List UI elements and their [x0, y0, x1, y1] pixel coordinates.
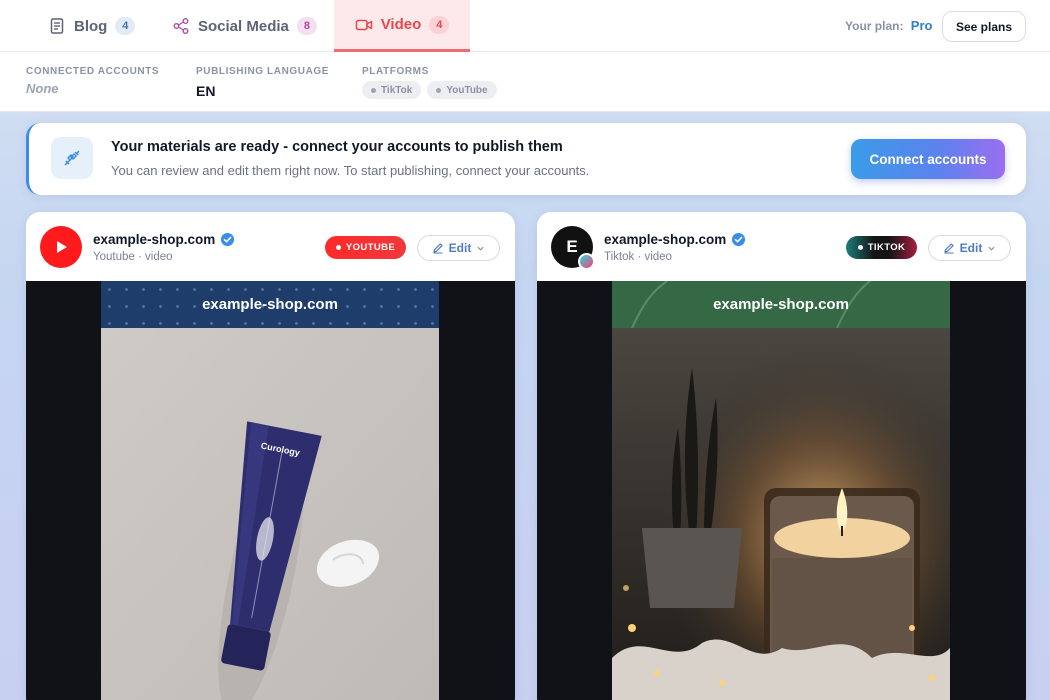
edit-button-label: Edit	[448, 241, 472, 255]
connect-accounts-button[interactable]: Connect accounts	[851, 139, 1005, 179]
edit-button-label: Edit	[959, 241, 983, 255]
tiktok-avatar: E	[551, 226, 595, 270]
publishing-language-section: PUBLISHING LANGUAGE EN	[196, 66, 329, 99]
account-subtitle: Tiktok · video	[604, 251, 672, 263]
tab-label: Blog	[74, 17, 108, 35]
document-icon	[50, 18, 64, 34]
play-icon	[57, 241, 67, 253]
account-name-text: example-shop.com	[93, 232, 216, 247]
platform-chip-tiktok: TikTok	[362, 81, 422, 99]
pencil-icon	[944, 243, 954, 254]
plan-label: Your plan:	[845, 19, 904, 33]
status-dot-icon	[335, 245, 341, 250]
video-overlay-text: example-shop.com	[713, 296, 849, 313]
account-subtitle: Youtube · video	[93, 251, 173, 263]
video-frame: example-shop.com	[612, 281, 950, 700]
publishing-language-label: PUBLISHING LANGUAGE	[196, 66, 330, 77]
edit-button[interactable]: Edit	[417, 235, 500, 261]
tab-blog[interactable]: Blog 4	[34, 0, 149, 52]
platform-chip-label: TikTok	[381, 84, 413, 96]
platform-badge-tiktok: TIKTOK	[846, 236, 917, 259]
platform-chip-label: YouTube	[446, 84, 488, 96]
video-thumbnail-candle	[612, 328, 950, 700]
status-dot-icon	[436, 87, 442, 93]
platform-badge-youtube: YOUTUBE	[325, 236, 406, 259]
banner-title: Your materials are ready - connect your …	[111, 139, 563, 155]
card-header: E example-shop.com Tiktok · video TIKTOK…	[537, 212, 1026, 281]
verified-badge-icon	[221, 232, 235, 247]
pencil-icon	[433, 243, 443, 254]
video-frame: example-shop.com	[101, 281, 439, 700]
candle-scene-image	[612, 328, 950, 700]
video-overlay-title: example-shop.com	[101, 281, 439, 328]
platform-badge-label: TIKTOK	[867, 242, 906, 253]
tab-video[interactable]: Video 4	[334, 0, 470, 52]
platform-chip-youtube: YouTube	[427, 81, 497, 99]
account-name: example-shop.com	[604, 232, 746, 247]
plan-indicator: Your plan: Pro	[845, 18, 932, 33]
tab-social-media[interactable]: Social Media 8	[158, 0, 331, 52]
platforms-label: PLATFORMS	[362, 66, 429, 77]
connected-accounts-label: CONNECTED ACCOUNTS	[26, 66, 160, 77]
platforms-section: PLATFORMS TikTok YouTube	[362, 66, 497, 99]
publishing-info-bar: CONNECTED ACCOUNTS None PUBLISHING LANGU…	[0, 52, 1050, 112]
chevron-down-icon	[988, 246, 995, 251]
share-icon	[173, 18, 189, 34]
banner-subtitle: You can review and edit them right now. …	[111, 163, 590, 178]
video-preview[interactable]: example-shop.com	[537, 281, 1026, 700]
see-plans-button[interactable]: See plans	[942, 11, 1026, 42]
video-card-youtube: example-shop.com Youtube · video YOUTUBE…	[26, 212, 515, 700]
video-preview[interactable]: example-shop.com	[26, 281, 515, 700]
video-thumbnail-product: Curology	[101, 328, 439, 700]
platform-badge-label: YOUTUBE	[345, 242, 396, 253]
account-name-text: example-shop.com	[604, 232, 727, 247]
tab-count-badge: 4	[115, 17, 136, 35]
chevron-down-icon	[477, 246, 484, 251]
top-navigation: Blog 4 Social Media 8 Video 4 Your plan:…	[0, 0, 1050, 52]
connected-accounts-value: None	[26, 81, 59, 96]
avatar-initial: E	[566, 237, 578, 256]
tab-label: Video	[380, 16, 422, 33]
plug-disconnected-icon	[51, 137, 93, 179]
card-header: example-shop.com Youtube · video YOUTUBE…	[26, 212, 515, 281]
video-camera-icon	[355, 19, 372, 30]
connected-accounts-section: CONNECTED ACCOUNTS None	[26, 66, 159, 96]
video-overlay-title: example-shop.com	[612, 281, 950, 328]
video-card-tiktok: E example-shop.com Tiktok · video TIKTOK…	[537, 212, 1026, 700]
publishing-language-value: EN	[196, 83, 216, 99]
status-dot-icon	[371, 87, 376, 93]
tab-count-badge: 8	[296, 17, 317, 35]
product-tube-image: Curology	[101, 328, 439, 700]
tab-label: Social Media	[198, 17, 289, 35]
plan-name[interactable]: Pro	[911, 18, 933, 33]
verified-badge-icon	[732, 232, 746, 247]
status-dot-icon	[857, 245, 863, 250]
tiktok-platform-icon	[578, 253, 595, 270]
edit-button[interactable]: Edit	[928, 235, 1011, 261]
tab-count-badge: 4	[429, 15, 450, 34]
connect-accounts-banner: Your materials are ready - connect your …	[26, 123, 1026, 195]
youtube-avatar	[40, 226, 82, 268]
account-name: example-shop.com	[93, 232, 235, 247]
